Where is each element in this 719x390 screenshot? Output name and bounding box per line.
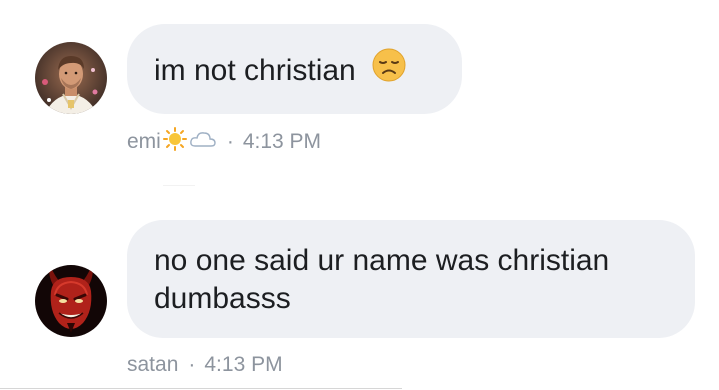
message-time: 4:13 PM: [204, 353, 283, 376]
avatar-emi[interactable]: [35, 42, 107, 114]
message-meta-emi: emi · 4:13 PM: [127, 127, 322, 157]
avatar-satan[interactable]: [35, 265, 107, 337]
message-time: 4:13 PM: [242, 130, 322, 153]
sun-icon: [162, 127, 187, 157]
message-bubble-satan[interactable]: no one said ur name was christian dumbas…: [127, 220, 695, 338]
divider: [163, 185, 195, 186]
message-bubble-emi[interactable]: im not christian: [127, 24, 462, 114]
sender-name[interactable]: satan: [127, 353, 178, 377]
sender-name[interactable]: emi: [127, 130, 161, 154]
cloud-icon: [189, 129, 217, 155]
avatar-emi-photo: [35, 42, 107, 114]
meta-separator: ·: [188, 353, 196, 376]
message-text: im not christian: [154, 54, 356, 87]
message-text-line-2: dumbasss: [154, 282, 291, 315]
chat-thread: im not christian emi · 4:13 PM no one sa…: [0, 0, 719, 390]
disappointed-face-icon: [372, 48, 406, 92]
bottom-divider: [0, 388, 402, 389]
avatar-satan-photo: [35, 265, 107, 337]
message-text-line-1: no one said ur name was christian: [154, 244, 610, 277]
meta-separator: ·: [226, 130, 234, 153]
message-meta-satan: satan · 4:13 PM: [127, 351, 283, 379]
